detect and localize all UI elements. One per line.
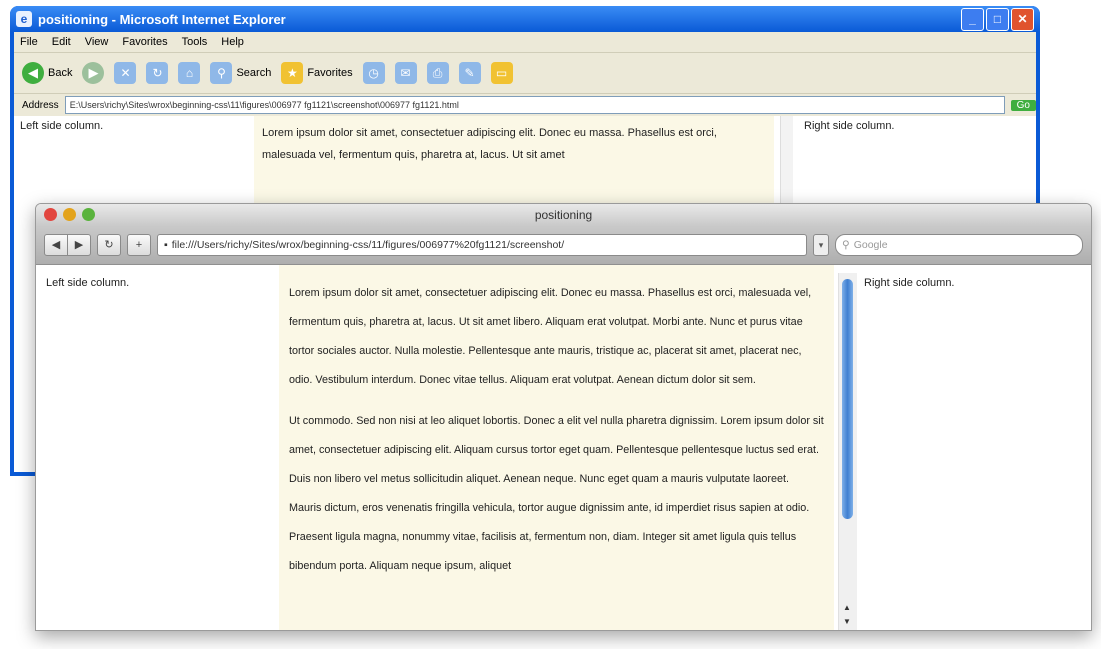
search-button[interactable]: ⚲ Search: [210, 62, 271, 84]
home-icon[interactable]: ⌂: [178, 62, 201, 84]
window-controls: [44, 208, 95, 221]
favorites-button[interactable]: ★ Favorites: [281, 62, 353, 84]
star-icon: ★: [281, 62, 304, 84]
center-column: Lorem ipsum dolor sit amet, consectetuer…: [279, 265, 834, 630]
menu-tools[interactable]: Tools: [182, 36, 208, 48]
paragraph: Lorem ipsum dolor sit amet, consectetuer…: [289, 287, 812, 386]
menu-edit[interactable]: Edit: [52, 36, 71, 48]
stop-icon[interactable]: ✕: [114, 62, 137, 84]
url-field[interactable]: ▪ file:///Users/richy/Sites/wrox/beginni…: [157, 234, 807, 256]
mail-icon[interactable]: ✉: [394, 62, 417, 84]
scroll-thumb[interactable]: [842, 279, 853, 519]
close-icon[interactable]: [44, 208, 57, 221]
menu-view[interactable]: View: [85, 36, 109, 48]
ie-addressbar: Address E:\Users\richy\Sites\wrox\beginn…: [14, 94, 1036, 117]
scroll-down-icon[interactable]: ▼: [843, 617, 851, 626]
zoom-icon[interactable]: [82, 208, 95, 221]
ie-right-column: Right side column.: [804, 120, 895, 132]
go-button[interactable]: Go: [1010, 99, 1036, 111]
mac-titlebar: positioning: [36, 204, 1091, 226]
back-label: Back: [48, 67, 73, 79]
favorites-label: Favorites: [307, 67, 353, 79]
menu-file[interactable]: File: [20, 36, 38, 48]
search-label: Search: [236, 67, 272, 79]
close-icon[interactable]: ✕: [1011, 7, 1034, 31]
minimize-icon[interactable]: [63, 208, 76, 221]
mac-content: Left side column. Lorem ipsum dolor sit …: [36, 265, 1091, 630]
mac-window-title: positioning: [534, 208, 593, 222]
back-arrow-icon[interactable]: ◀: [44, 234, 68, 256]
scroll-up-icon[interactable]: ▲: [843, 603, 851, 612]
add-bookmark-icon[interactable]: +: [127, 234, 151, 256]
paragraph: Ut commodo. Sed non nisi at leo aliquet …: [289, 415, 824, 572]
right-side-column: Right side column.: [864, 277, 955, 289]
url-text: file:///Users/richy/Sites/wrox/beginning…: [171, 239, 565, 251]
ie-toolbar: ◀ Back ▶ ✕ ↻ ⌂ ⚲ Search ★ Favorites ◷ ✉ …: [14, 53, 1036, 94]
search-icon: ⚲: [210, 62, 233, 84]
reload-icon[interactable]: ↻: [97, 234, 121, 256]
mac-window: positioning ◀ ▶ ↻ + ▪ file:///Users/rich…: [35, 203, 1092, 631]
ie-window-controls: _ □ ✕: [961, 7, 1034, 31]
ie-app-icon: e: [16, 11, 32, 27]
edit-icon[interactable]: ✎: [458, 62, 481, 84]
menu-help[interactable]: Help: [221, 36, 244, 48]
search-field[interactable]: ⚲ Google: [835, 234, 1083, 256]
address-input[interactable]: E:\Users\richy\Sites\wrox\beginning-css\…: [64, 96, 1005, 114]
back-button[interactable]: ◀ Back: [22, 62, 72, 84]
ie-titlebar: e positioning - Microsoft Internet Explo…: [10, 6, 1040, 32]
minimize-icon[interactable]: _: [961, 7, 984, 31]
print-icon[interactable]: ⎙: [426, 62, 449, 84]
vertical-scrollbar[interactable]: ▲ ▼: [838, 273, 857, 630]
left-side-column: Left side column.: [46, 277, 130, 289]
mac-toolbar: ◀ ▶ ↻ + ▪ file:///Users/richy/Sites/wrox…: [36, 226, 1091, 265]
back-forward-group: ◀ ▶: [44, 234, 91, 256]
address-label: Address: [22, 99, 59, 111]
maximize-icon[interactable]: □: [986, 7, 1009, 31]
ie-menubar: File Edit View Favorites Tools Help: [14, 32, 1036, 53]
page-icon: ▪: [164, 239, 168, 251]
forward-arrow-icon[interactable]: ▶: [68, 234, 91, 256]
folder-icon[interactable]: ▭: [490, 62, 513, 84]
ie-window-title: positioning - Microsoft Internet Explore…: [38, 11, 286, 27]
forward-arrow-icon[interactable]: ▶: [82, 62, 105, 84]
ie-left-column: Left side column.: [20, 120, 104, 132]
back-arrow-icon: ◀: [22, 62, 44, 84]
history-icon[interactable]: ◷: [362, 62, 385, 84]
search-icon: ⚲: [842, 239, 850, 251]
menu-favorites[interactable]: Favorites: [122, 36, 167, 48]
url-dropdown-icon[interactable]: ▾: [813, 234, 829, 256]
refresh-icon[interactable]: ↻: [146, 62, 169, 84]
search-placeholder: Google: [853, 239, 888, 251]
